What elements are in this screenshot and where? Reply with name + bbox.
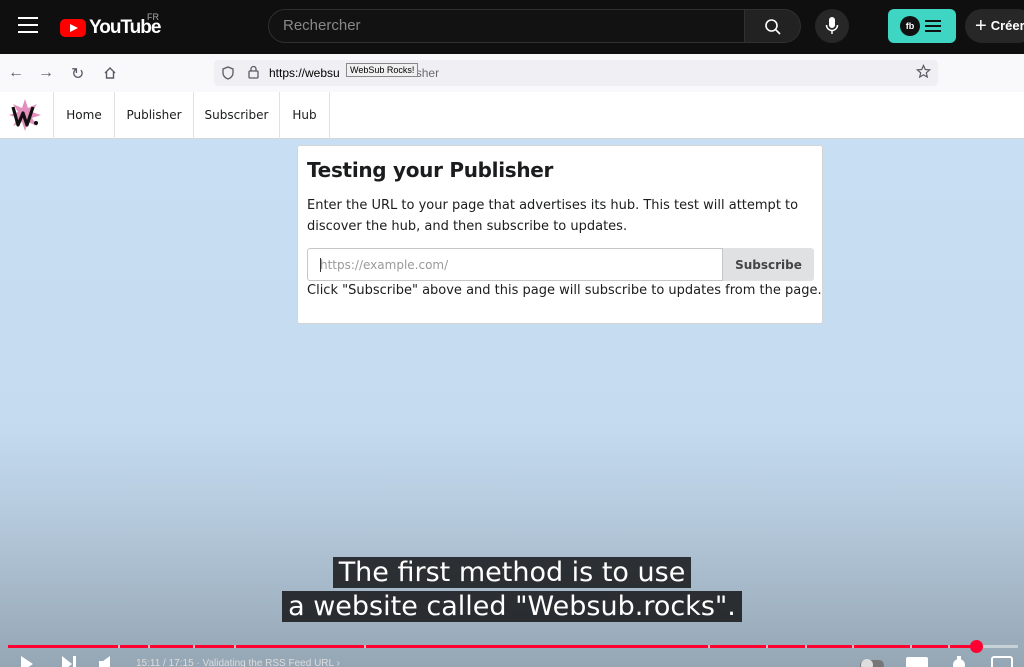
extension-badge: fb [900,16,920,36]
player-controls: 15:11 / 17:15 · Validating the RSS Feed … [0,656,1024,667]
progress-bar[interactable] [8,640,1018,653]
volume-icon[interactable] [98,656,112,667]
extension-menu-icon [925,20,941,35]
subscribe-button[interactable]: Subscribe [723,248,814,281]
back-arrow-icon: ← [8,64,24,81]
time-display: 15:11 / 17:15 · Validating the RSS Feed … [136,658,340,667]
search-button[interactable] [744,9,801,43]
text-cursor [320,258,321,272]
chapter-marker [364,645,366,648]
video-player[interactable]: ← → ↻ https://websu sher WebSub Rocks! Ho… [0,54,1024,667]
progress-played [8,645,976,648]
plus-icon: + [975,15,987,37]
chapter-marker [910,645,912,648]
chapter-marker [234,645,236,648]
chapter-marker [948,645,950,648]
settings-icon[interactable] [950,656,968,667]
youtube-masthead: YouTube FR Rechercher fb + Créer [0,0,1024,52]
autoplay-toggle-icon[interactable] [860,656,884,667]
create-label: Créer [990,18,1024,33]
subtitle-text-2: a website called "Websub.rocks". [282,591,742,622]
progress-scrubber[interactable] [969,640,983,653]
chapter-marker [118,645,120,648]
chapter-marker [708,645,710,648]
chapter-marker [852,645,854,648]
captured-browser-toolbar: ← → ↻ https://websu sher WebSub Rocks! [0,54,1024,92]
country-code: FR [147,12,159,22]
subtitle-line-2: a website called "Websub.rocks". [0,590,1024,624]
chapter-marker [766,645,768,648]
chapter-marker [805,645,807,648]
next-icon[interactable] [61,656,77,667]
create-button[interactable]: + Créer [965,9,1024,43]
card-description: Enter the URL to your page that advertis… [307,198,799,234]
youtube-play-icon [60,19,86,37]
nav-hub[interactable]: Hub [279,92,330,139]
subtitles-icon[interactable] [906,656,928,667]
card-title: Testing your Publisher [307,158,554,182]
miniplayer-icon[interactable] [991,656,1013,667]
chapter-marker [148,645,150,648]
card-note: Click "Subscribe" above and this page wi… [307,283,822,298]
chapter-marker [193,645,195,648]
nav-subscriber[interactable]: Subscriber [193,92,279,139]
reload-icon: ↻ [71,66,85,83]
youtube-logo[interactable]: YouTube [60,17,161,39]
url-host: https://websu [269,66,340,80]
extension-button[interactable]: fb [888,9,956,43]
publisher-url-input[interactable] [307,248,723,281]
tab-tooltip: WebSub Rocks! [346,63,419,77]
subtitle-text-1: The first method is to use [332,557,692,588]
play-icon[interactable] [20,656,34,667]
voice-search-button[interactable] [815,9,849,43]
forward-arrow-icon: → [38,64,54,81]
menu-icon[interactable] [18,17,38,33]
nav-publisher[interactable]: Publisher [114,92,193,139]
url-path: sher [415,66,440,80]
search-input[interactable]: Rechercher [268,9,744,43]
lock-icon [248,65,259,79]
search-icon [765,19,781,35]
home-icon [104,67,116,79]
nav-home[interactable]: Home [53,92,114,139]
site-navigation: Home Publisher Subscriber Hub [0,92,1024,139]
shield-icon [222,66,234,80]
websub-logo [9,99,41,131]
microphone-icon [825,17,839,34]
subtitle-line-1: The first method is to use [0,556,1024,590]
publisher-test-card: Testing your Publisher Enter the URL to … [297,145,823,324]
bookmark-star-icon [916,64,931,79]
